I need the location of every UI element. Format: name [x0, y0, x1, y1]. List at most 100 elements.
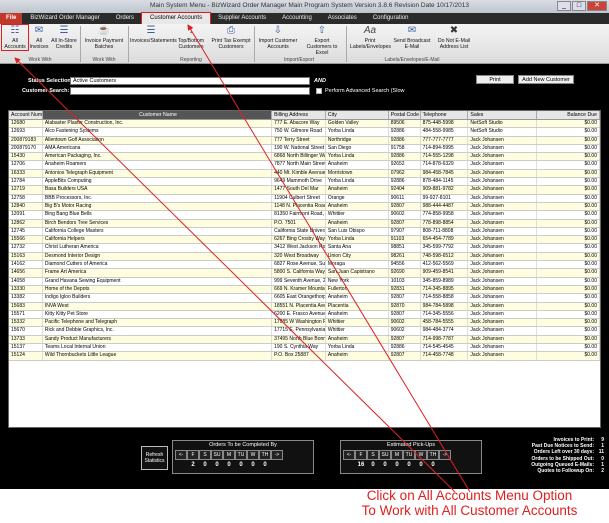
minimize-icon[interactable]: _	[557, 1, 571, 11]
export-excel-button[interactable]: ⇧ Export Customers to Excel	[302, 25, 342, 56]
table-row[interactable]: 15566 California Helpers 6267 Bing Crosby …	[9, 236, 600, 245]
col-sales[interactable]: Sales	[468, 111, 538, 119]
col-telephone[interactable]: Telephone	[421, 111, 469, 119]
table-cell: Jack Johansen	[468, 202, 538, 211]
broadcast-email-button[interactable]: ✉ Send Broadcast E-Mail	[392, 25, 432, 50]
table-cell: 15683	[9, 302, 43, 310]
table-cell: 92886	[389, 153, 421, 161]
menu-accounting[interactable]: Accounting	[274, 13, 320, 24]
table-cell: 345-859-8989	[421, 277, 469, 285]
table-row[interactable]: 12732 Christ Lutheran America 3412 West Ja…	[9, 244, 600, 253]
table-row[interactable]: 15124 Wild Thornbuckets Little League P.O.…	[9, 352, 600, 361]
table-row[interactable]: 14656 Frame Art America 5800 S. California…	[9, 269, 600, 278]
col-balance-due[interactable]: Balance Due	[537, 111, 600, 119]
table-row[interactable]: 12091 Bing Bang Blue Bells 81350 Fairmont …	[9, 211, 600, 220]
table-row[interactable]: 13733 Sandy Product Manufacturers 37495 No…	[9, 335, 600, 345]
table-cell: $0.00	[537, 128, 600, 136]
table-row[interactable]: 16333 Antonios Telegraph Equipment 440 Mt.…	[9, 169, 600, 179]
table-cell: AMA Americana	[43, 144, 273, 153]
col-customer-name[interactable]: Customer Name	[42, 111, 273, 119]
table-cell: 984-458-7845	[421, 169, 469, 178]
in-store-credits-button[interactable]: ☰ All In-Store Credits	[50, 25, 78, 50]
table-row[interactable]: 200879170 AMA Americana 190 W. National St…	[9, 144, 600, 154]
table-cell: Anaheim	[326, 335, 389, 344]
all-invoices-button[interactable]: ✉ All Invoices	[29, 25, 49, 50]
col-postal-code[interactable]: Postal Code	[389, 111, 421, 119]
table-row[interactable]: 15332 Pacific Telephone and Telegraph 1798…	[9, 319, 600, 328]
col-city[interactable]: City	[326, 111, 389, 119]
menu-customer-accounts[interactable]: Customer Accounts	[141, 12, 212, 25]
table-row[interactable]: 12840 Big B's Motor Racing 1148 N. Placent…	[9, 202, 600, 212]
maximize-icon[interactable]: □	[572, 1, 586, 11]
menu-order-manager[interactable]: BizWizard Order Manager	[22, 13, 107, 24]
table-row[interactable]: 12706 Anaheim Roamers 7877 North Main Stre…	[9, 161, 600, 170]
table-cell: 07962	[389, 169, 421, 178]
table-cell: New York	[326, 277, 389, 285]
table-row[interactable]: 13382 Indigo Igloo Builders 6605 East Oran…	[9, 294, 600, 303]
invoices-statements-button[interactable]: ☰ Invoices/Statements	[130, 25, 177, 44]
prev-day-button[interactable]: <-	[343, 450, 355, 460]
table-cell: 12862	[9, 219, 43, 227]
table-cell: Jack Johansen	[468, 302, 538, 310]
print-tax-exempt-button[interactable]: ⎙ Print Tax Exempt Customers	[210, 25, 252, 50]
import-customers-button[interactable]: ⇩ Import Customer Accounts	[256, 25, 300, 50]
table-row[interactable]: 12862 Birch Bendors Tree Services P.O. 750…	[9, 219, 600, 228]
table-cell: $0.00	[537, 144, 600, 153]
menu-file[interactable]: File	[0, 13, 23, 24]
next-day-button[interactable]: ->	[271, 450, 283, 460]
table-row[interactable]: 15670 Rick and Debbie Graphics, Inc. 17715…	[9, 327, 600, 336]
print-labels-button[interactable]: Aa Print Labels/Envelopes	[350, 25, 391, 50]
advanced-search-checkbox[interactable]	[316, 88, 322, 94]
table-row[interactable]: 15163 Desmond Interior Design 320 West Bro…	[9, 252, 600, 262]
all-accounts-button[interactable]: ☷ All Accounts	[1, 24, 29, 51]
table-cell: 714-894-5995	[421, 144, 469, 153]
table-cell: 714-458-7748	[421, 352, 469, 360]
table-row[interactable]: 12784 AppleBits Computing 9649 Mammoth Dri…	[9, 178, 600, 187]
refresh-statistics-button[interactable]: Refresh Statistics	[141, 446, 168, 470]
top-bottom-customers-button[interactable]: ↕ Top/Bottom Customers	[174, 25, 208, 50]
table-row[interactable]: 15571 Kitty Kitty Pet Store 6200 E. Frasco…	[9, 310, 600, 320]
table-row[interactable]: 12693 Alco Fastening Systems 750 W. Gilmor…	[9, 128, 600, 137]
table-row[interactable]: 14162 Diamond Cutters of America 6827 Rose…	[9, 261, 600, 270]
status-select[interactable]: Active Customers	[70, 77, 310, 85]
batches-icon: ☕	[97, 25, 111, 36]
table-row[interactable]: 12745 California College Masters Californi…	[9, 227, 600, 237]
table-cell: Jack Johansen	[468, 211, 538, 219]
menu-orders[interactable]: Orders	[108, 13, 142, 24]
table-row[interactable]: 12680 Alabaster Plaster Construction, Inc…	[9, 120, 600, 129]
menu-associates[interactable]: Associates	[320, 13, 365, 24]
do-not-email-button[interactable]: ✖ Do Not E-Mail Address List	[434, 25, 474, 50]
advanced-search-label: Perform Advanced Search (Slow	[325, 88, 405, 94]
print-button[interactable]: Print	[476, 75, 514, 84]
table-cell: 6827 Rose Avenue, Suite #2	[274, 261, 326, 269]
payment-batches-button[interactable]: ☕ Invoice Payment Batches	[82, 25, 126, 50]
close-icon[interactable]: ✕	[587, 1, 607, 11]
col-billing-address[interactable]: Billing Address	[272, 111, 326, 119]
table-cell: P.O. Box 25887	[272, 352, 326, 360]
orders-panel: Orders To be Completed By <- F S SU M TU W TH ->…	[172, 440, 314, 474]
prev-day-button[interactable]: <-	[175, 450, 187, 460]
table-row[interactable]: 14058 Grand Havana Sewing Equipment 999 Se…	[9, 277, 600, 286]
table-cell: Northridge	[326, 136, 389, 144]
menu-bar: File BizWizard Order Manager Orders Cust…	[0, 12, 609, 25]
customer-search-input[interactable]	[70, 87, 310, 95]
table-row[interactable]: 15430 American Packaging, Inc. 6868 North …	[9, 153, 600, 162]
table-row[interactable]: 12758 BBB Processors, Inc. 11904 Culbert S…	[9, 194, 600, 203]
menu-supplier-accounts[interactable]: Supplier Accounts	[210, 13, 274, 24]
col-account-number[interactable]: Account Number	[9, 111, 43, 119]
table-cell: Anaheim	[326, 352, 389, 360]
table-row[interactable]: 15137 Teams Local Internal Union 190 S. Cy…	[9, 344, 600, 353]
table-cell: 12758	[9, 194, 43, 202]
add-customer-button[interactable]: Add New Customer	[518, 75, 574, 84]
menu-configuration[interactable]: Configuration	[365, 13, 417, 24]
table-row[interactable]: 15683INVA West18551 N. Placentia AvenueP…	[9, 302, 600, 311]
table-cell: 774-858-9958	[421, 211, 469, 219]
stat-row[interactable]: Quotes to Followup On: 2	[494, 468, 604, 474]
table-cell: $0.00	[537, 277, 600, 285]
next-day-button[interactable]: ->	[439, 450, 451, 460]
table-row[interactable]: 200879183 Allentown Golf Association 777 T…	[9, 136, 600, 145]
table-row[interactable]: 13330 Home of the Depots 669 N. Kramer Mou…	[9, 285, 600, 295]
table-cell: Wild Thornbuckets Little League	[43, 352, 273, 360]
table-row[interactable]: 12719 Basa Builders USA 1477 South Del Mar…	[9, 186, 600, 195]
table-cell: 6605 East Orangethorpe	[274, 294, 326, 302]
